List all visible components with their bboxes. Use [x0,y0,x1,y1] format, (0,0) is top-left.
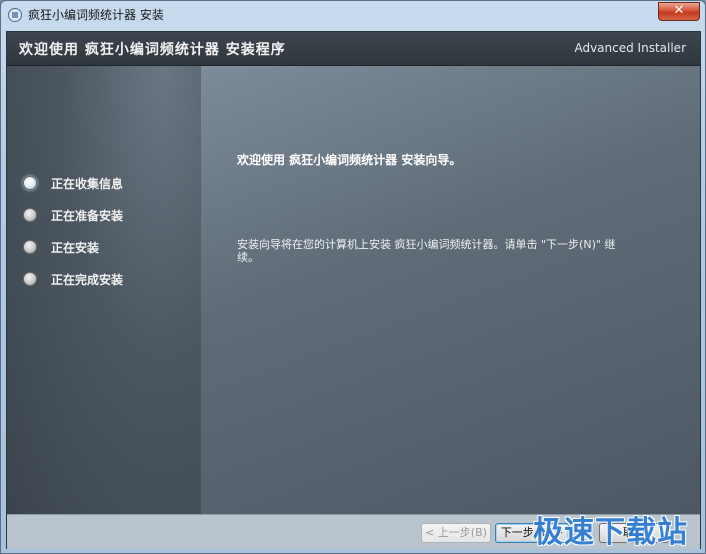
close-icon: ✕ [673,3,685,18]
installer-window: 疯狂小编词频统计器 安装 ✕ 欢迎使用 疯狂小编词频统计器 安装程序 Advan… [0,0,706,554]
installer-header: 欢迎使用 疯狂小编词频统计器 安装程序 Advanced Installer [7,32,700,66]
window-title: 疯狂小编词频统计器 安装 [28,8,164,22]
step-label: 正在完成安装 [51,273,124,287]
close-button[interactable]: ✕ [658,2,700,21]
welcome-description: 安装向导将在您的计算机上安装 疯狂小编词频统计器。请单击 "下一步(N)" 继续… [237,238,616,264]
step-pending-indicator-icon [23,240,37,254]
welcome-heading: 欢迎使用 疯狂小编词频统计器 安装向导。 [237,153,462,167]
back-button[interactable]: < 上一步(B) [421,523,491,543]
step-label: 正在收集信息 [51,177,124,191]
site-watermark: 极速下载站 [533,515,688,550]
step-pending-indicator-icon [23,208,37,222]
steps-panel: 正在收集信息 正在准备安装 正在安装 正在完成安装 [7,66,201,514]
client-area: 欢迎使用 疯狂小编词频统计器 安装程序 Advanced Installer 正… [6,31,701,549]
step-pending-indicator-icon [23,272,37,286]
brand-label: Advanced Installer [574,41,686,55]
title-bar[interactable]: 疯狂小编词频统计器 安装 ✕ [1,1,705,31]
installer-heading: 欢迎使用 疯狂小编词频统计器 安装程序 [19,42,286,58]
step-active-indicator-icon [23,176,37,190]
installer-app-icon [8,8,22,22]
step-label: 正在安装 [51,241,100,255]
welcome-panel: 欢迎使用 疯狂小编词频统计器 安装向导。 安装向导将在您的计算机上安装 疯狂小编… [201,66,700,514]
step-label: 正在准备安装 [51,209,124,223]
